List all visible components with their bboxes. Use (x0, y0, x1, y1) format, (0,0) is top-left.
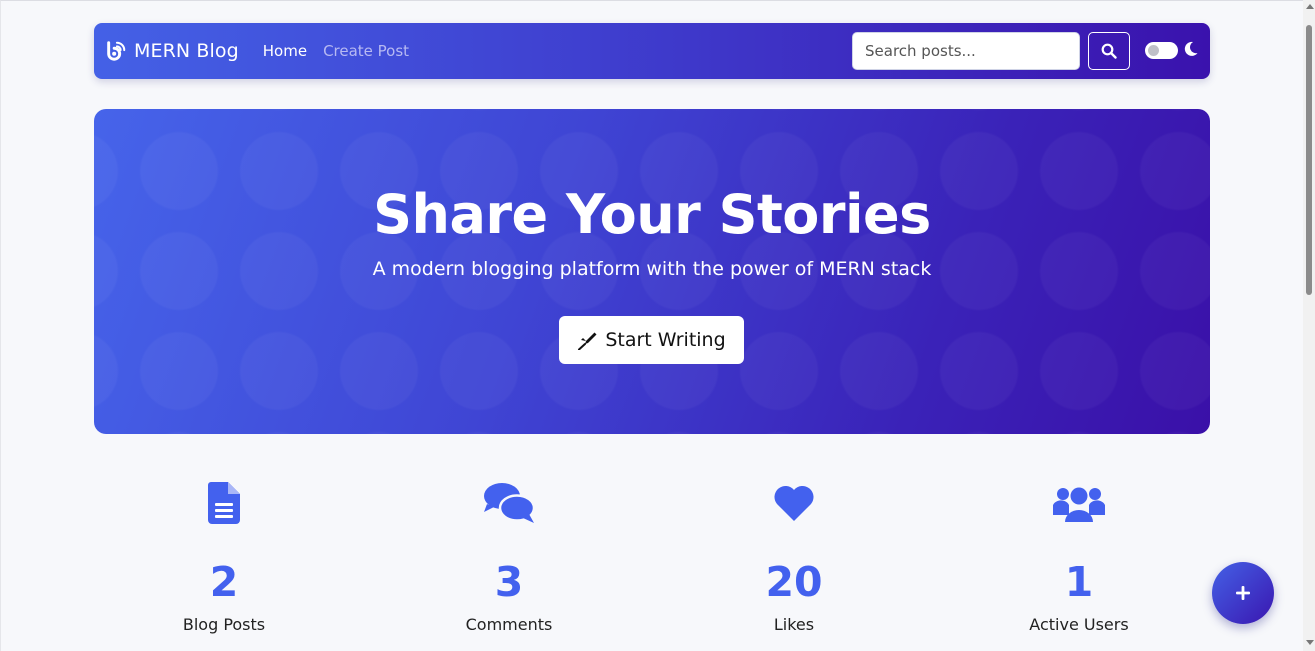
stat-label: Blog Posts (182, 615, 266, 634)
toggle-knob (1148, 45, 1159, 56)
hero-title: Share Your Stories (373, 183, 931, 246)
file-alt-icon (208, 482, 240, 524)
search-input[interactable] (852, 32, 1080, 70)
navbar: MERN Blog Home Create Post (94, 23, 1210, 79)
stat-active-users: 1 Active Users (959, 480, 1199, 634)
page-scrollbar[interactable] (1303, 0, 1315, 651)
search-form (852, 32, 1130, 70)
stat-label: Comments (465, 615, 553, 634)
stat-label: Likes (773, 615, 815, 634)
stat-value: 3 (494, 558, 524, 606)
search-icon (1101, 43, 1117, 59)
stat-comments: 3 Comments (389, 480, 629, 634)
start-writing-label: Start Writing (605, 329, 726, 351)
brand-link[interactable]: MERN Blog (105, 40, 239, 62)
stat-blog-posts: 2 Blog Posts (104, 480, 344, 634)
search-button[interactable] (1088, 32, 1130, 70)
comments-icon (484, 483, 535, 523)
floating-add-button[interactable] (1212, 562, 1274, 624)
heart-icon (774, 485, 814, 521)
nav-link-home[interactable]: Home (263, 42, 307, 60)
start-writing-button[interactable]: Start Writing (559, 316, 744, 364)
nav-link-create-post[interactable]: Create Post (323, 42, 409, 60)
moon-icon (1184, 41, 1198, 56)
hero-banner: Share Your Stories A modern blogging pla… (94, 109, 1210, 434)
users-icon (1053, 487, 1105, 522)
scroll-down-arrow-icon[interactable] (1306, 640, 1314, 645)
stat-value: 2 (209, 558, 239, 606)
stat-likes: 20 Likes (674, 480, 914, 634)
theme-toggle[interactable] (1145, 42, 1178, 59)
stat-value: 1 (1064, 558, 1094, 606)
brand-name: MERN Blog (134, 40, 239, 62)
blog-icon (107, 41, 126, 61)
stat-value: 20 (765, 558, 823, 606)
stat-label: Active Users (1029, 615, 1129, 634)
scroll-up-arrow-icon[interactable] (1306, 4, 1314, 9)
plus-icon (1236, 586, 1250, 600)
hero-subtitle: A modern blogging platform with the powe… (372, 258, 932, 280)
pen-icon (578, 332, 597, 350)
scroll-thumb[interactable] (1306, 25, 1312, 295)
